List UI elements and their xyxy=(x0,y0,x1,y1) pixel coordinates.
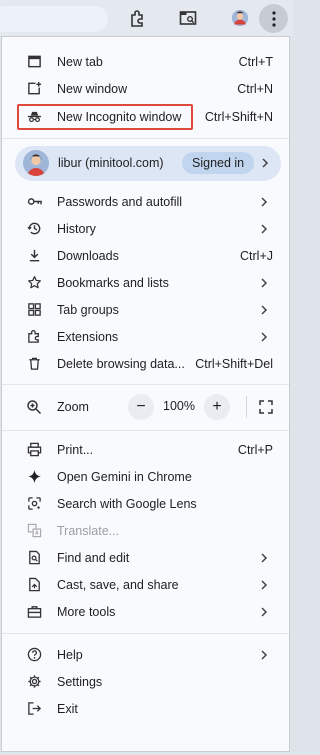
tab-search-icon[interactable] xyxy=(177,7,199,29)
toolbox-icon xyxy=(26,604,42,620)
zoom-divider xyxy=(246,396,247,418)
menu-item-label: Print... xyxy=(57,442,94,457)
history-icon xyxy=(26,221,42,237)
menu-item-label: Passwords and autofill xyxy=(57,194,183,209)
menu-item-shortcut: Ctrl+P xyxy=(237,442,273,457)
menu-item-print[interactable]: Print... Ctrl+P xyxy=(2,436,289,463)
chevron-right-icon xyxy=(261,649,268,660)
menu-item-extensions[interactable]: Extensions xyxy=(2,323,289,350)
menu-item-more-tools[interactable]: More tools xyxy=(2,598,289,625)
chevron-right-icon xyxy=(261,331,268,342)
chevron-right-icon xyxy=(261,304,268,315)
menu-item-passwords[interactable]: Passwords and autofill xyxy=(2,188,289,215)
print-icon xyxy=(26,442,42,458)
menu-item-label: Downloads xyxy=(57,248,119,263)
menu-item-help[interactable]: Help xyxy=(2,641,289,668)
menu-item-label: New tab xyxy=(57,54,103,69)
menu-item-label: Cast, save, and share xyxy=(57,577,179,592)
menu-item-label: Extensions xyxy=(57,329,119,344)
menu-item-downloads[interactable]: Downloads Ctrl+J xyxy=(2,242,289,269)
menu-item-find-and-edit[interactable]: Find and edit xyxy=(2,544,289,571)
exit-icon xyxy=(26,701,42,717)
chevron-right-icon xyxy=(261,277,268,288)
zoom-row: Zoom − 100% + xyxy=(2,392,289,422)
chevron-right-icon xyxy=(261,223,268,234)
puzzle-icon xyxy=(26,329,42,345)
menu-separator xyxy=(2,384,289,385)
menu-item-label: Settings xyxy=(57,674,103,689)
menu-item-bookmarks[interactable]: Bookmarks and lists xyxy=(2,269,289,296)
menu-separator xyxy=(2,633,289,634)
menu-item-settings[interactable]: Settings xyxy=(2,668,289,695)
address-bar[interactable] xyxy=(0,6,108,32)
chevron-right-icon xyxy=(262,158,269,168)
menu-item-shortcut: Ctrl+J xyxy=(240,248,273,263)
chrome-main-menu: New tab Ctrl+T New window Ctrl+N New Inc… xyxy=(1,36,290,752)
browser-toolbar xyxy=(0,0,293,36)
menu-item-exit[interactable]: Exit xyxy=(2,695,289,722)
menu-item-google-lens[interactable]: Search with Google Lens xyxy=(2,490,289,517)
three-dots-icon xyxy=(271,10,276,27)
menu-item-cast-save-share[interactable]: Cast, save, and share xyxy=(2,571,289,598)
menu-item-open-gemini[interactable]: Open Gemini in Chrome xyxy=(2,463,289,490)
menu-item-label: History xyxy=(57,221,96,236)
chevron-right-icon xyxy=(261,196,268,207)
profile-name: libur (minitool.com) xyxy=(58,156,164,170)
menu-item-shortcut: Ctrl+Shift+Del xyxy=(195,356,273,371)
menu-item-delete-browsing-data[interactable]: Delete browsing data... Ctrl+Shift+Del xyxy=(2,350,289,377)
chevron-right-icon xyxy=(261,552,268,563)
new-tab-icon xyxy=(26,54,42,70)
extensions-icon[interactable] xyxy=(127,7,149,29)
trash-icon xyxy=(26,356,42,372)
menu-item-new-window[interactable]: New window Ctrl+N xyxy=(2,75,289,102)
chrome-menu-button[interactable] xyxy=(259,4,288,33)
signed-in-badge: Signed in xyxy=(182,152,255,174)
menu-item-label: Help xyxy=(57,647,83,662)
gear-icon xyxy=(26,674,42,690)
avatar xyxy=(23,150,49,176)
fullscreen-icon[interactable] xyxy=(258,399,274,415)
menu-item-label: Search with Google Lens xyxy=(57,496,197,511)
zoom-icon xyxy=(27,400,42,415)
menu-item-label: Bookmarks and lists xyxy=(57,275,169,290)
zoom-in-button[interactable]: + xyxy=(204,394,230,420)
menu-item-shortcut: Ctrl+N xyxy=(237,81,273,96)
profile-avatar[interactable] xyxy=(229,7,251,29)
menu-item-shortcut: Ctrl+Shift+N xyxy=(204,109,273,124)
menu-item-label: Translate... xyxy=(57,523,120,538)
profile-row[interactable]: libur (minitool.com) Signed in xyxy=(15,146,281,181)
key-icon xyxy=(26,194,42,210)
menu-item-label: Find and edit xyxy=(57,550,130,565)
chevron-right-icon xyxy=(261,579,268,590)
menu-item-shortcut: Ctrl+T xyxy=(238,54,273,69)
star-icon xyxy=(26,275,42,291)
menu-item-translate: Translate... xyxy=(2,517,289,544)
chevron-right-icon xyxy=(261,606,268,617)
cast-icon xyxy=(26,577,42,593)
menu-item-label: Delete browsing data... xyxy=(57,356,185,371)
translate-icon xyxy=(26,523,42,539)
tab-groups-icon xyxy=(26,302,42,318)
zoom-value: 100% xyxy=(163,399,195,413)
menu-item-label: More tools xyxy=(57,604,116,619)
new-window-icon xyxy=(26,81,42,97)
menu-separator xyxy=(2,430,289,431)
menu-item-history[interactable]: History xyxy=(2,215,289,242)
gemini-icon xyxy=(26,469,42,485)
menu-item-label: Open Gemini in Chrome xyxy=(57,469,192,484)
menu-item-tab-groups[interactable]: Tab groups xyxy=(2,296,289,323)
zoom-label: Zoom xyxy=(57,400,89,414)
menu-item-label: Exit xyxy=(57,701,78,716)
lens-icon xyxy=(26,496,42,512)
find-icon xyxy=(26,550,42,566)
menu-item-label: New window xyxy=(57,81,128,96)
menu-item-new-tab[interactable]: New tab Ctrl+T xyxy=(2,48,289,75)
help-icon xyxy=(26,647,42,663)
menu-item-label: Tab groups xyxy=(57,302,119,317)
menu-separator xyxy=(2,138,289,139)
highlight-box xyxy=(17,104,193,130)
download-icon xyxy=(26,248,42,264)
zoom-out-button[interactable]: − xyxy=(128,394,154,420)
